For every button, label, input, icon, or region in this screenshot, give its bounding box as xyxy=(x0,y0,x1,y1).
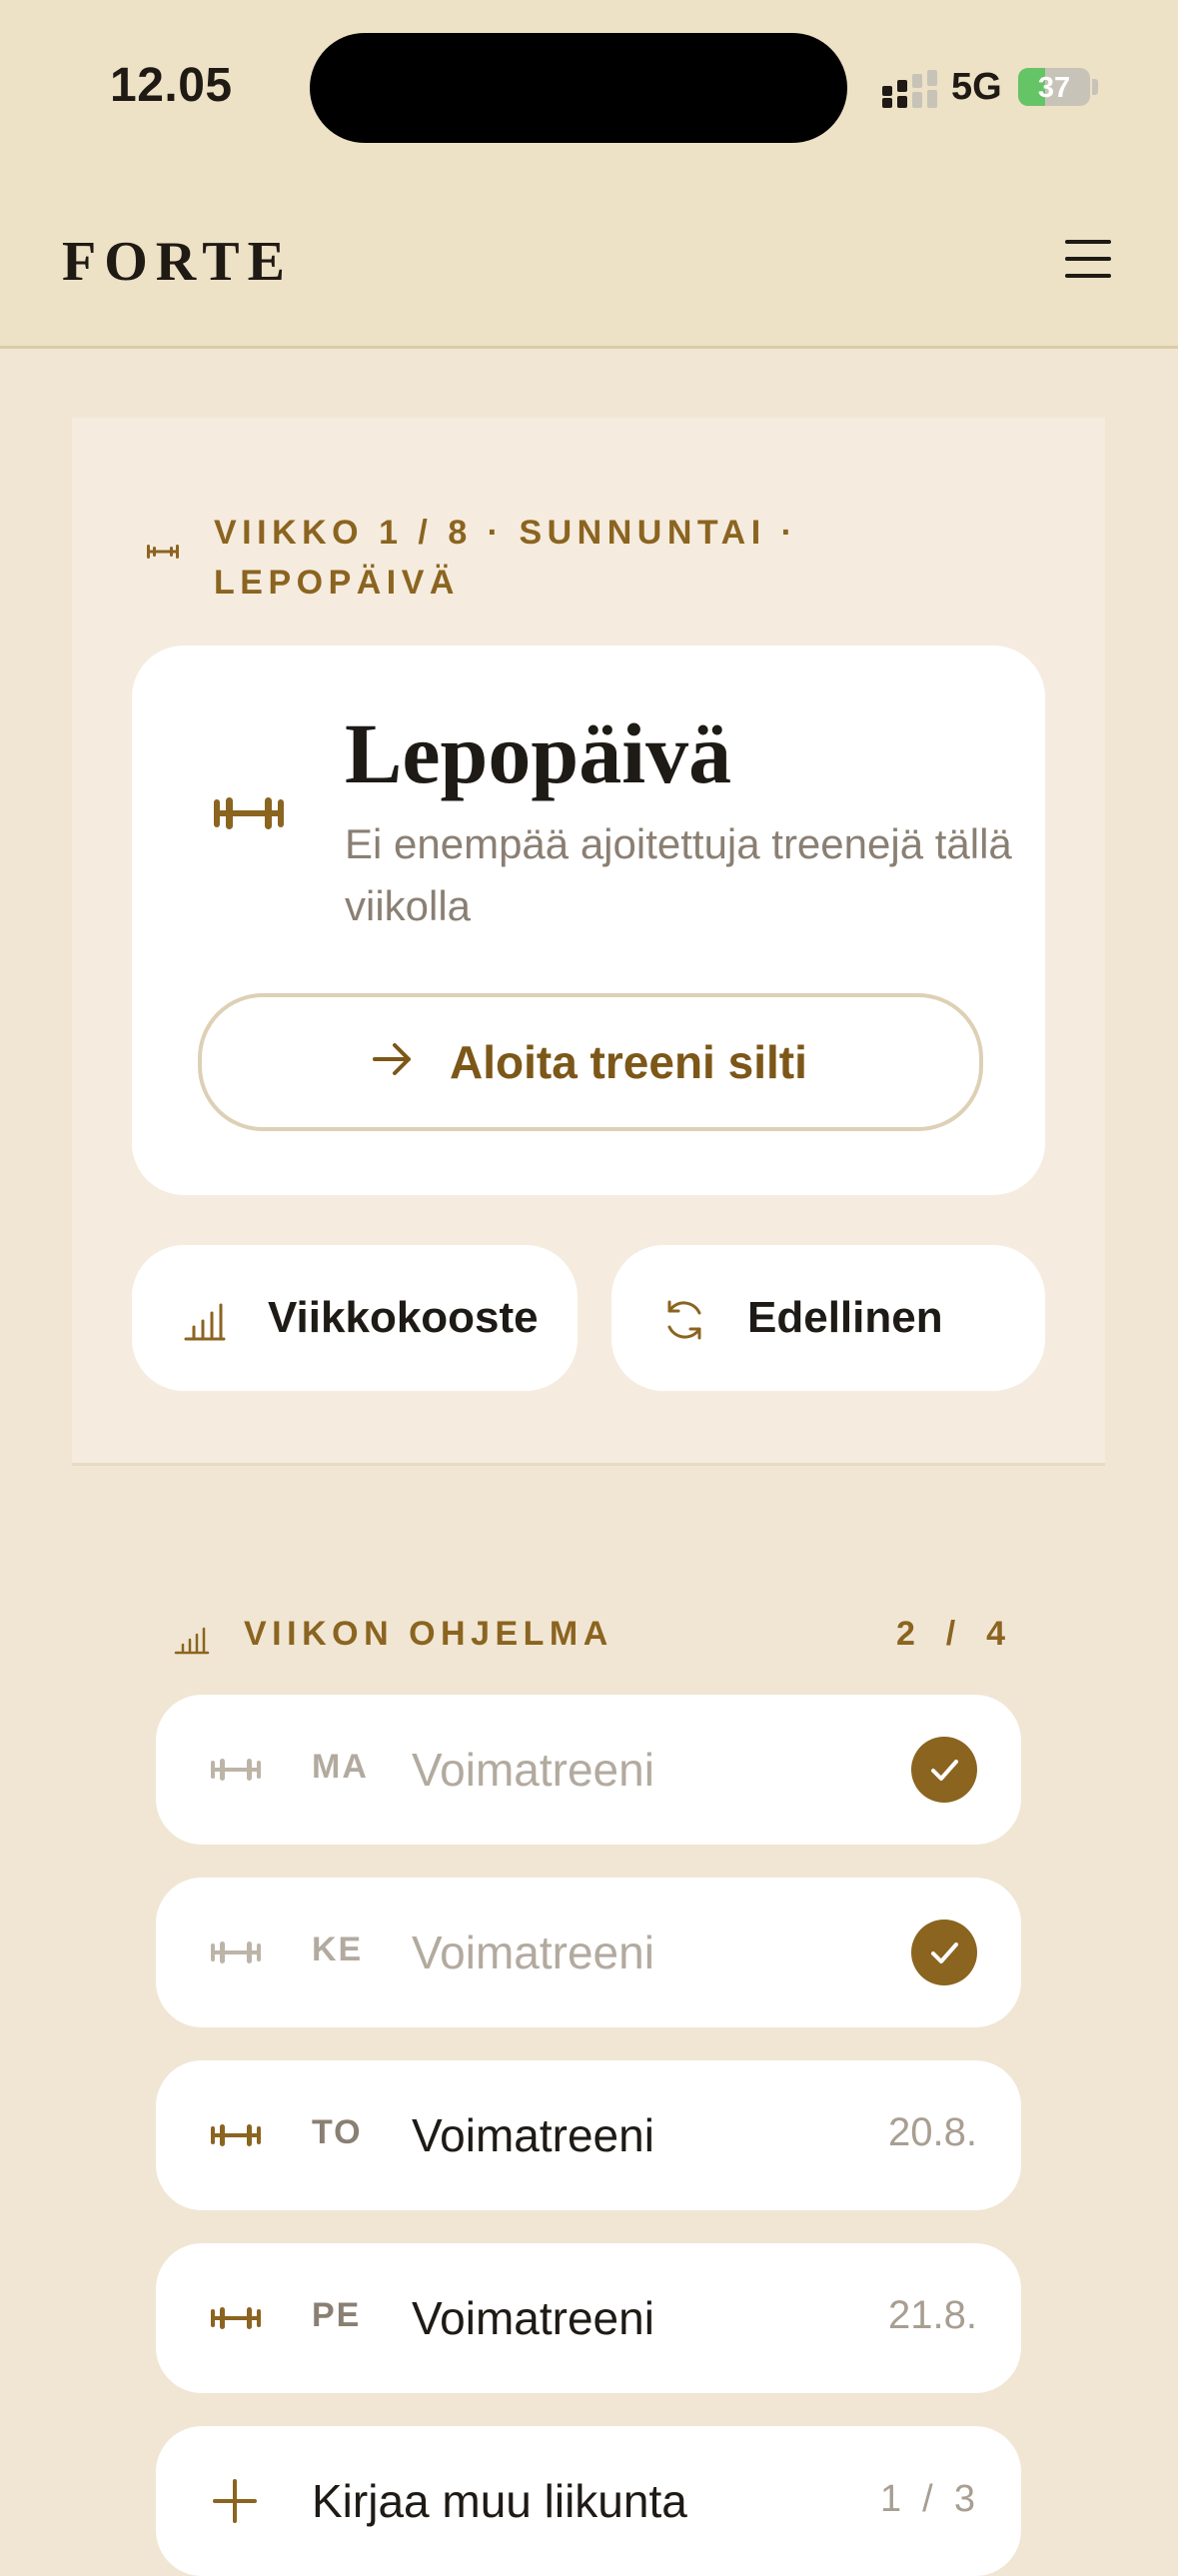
program-item-ma[interactable]: MA Voimatreeni xyxy=(156,1695,1021,1845)
program-item-date: 20.8. xyxy=(888,2110,977,2154)
bar-chart-icon xyxy=(184,1303,226,1341)
brand-logo: FORTE xyxy=(62,231,293,293)
program-item-name: Voimatreeni xyxy=(412,2292,654,2344)
weekly-program-title: VIIKON OHJELMA xyxy=(244,1615,613,1653)
log-other-activity-label: Kirjaa muu liikunta xyxy=(312,2475,687,2527)
cellular-signal-icon xyxy=(882,70,937,108)
program-item-day: KE xyxy=(312,1931,364,1968)
program-item-to[interactable]: TO Voimatreeni 20.8. xyxy=(156,2060,1021,2210)
rest-day-title: Lepopäivä xyxy=(345,705,732,801)
log-other-activity-count: 1 / 3 xyxy=(879,2478,975,2520)
checkmark-icon xyxy=(911,1920,977,1985)
dynamic-island xyxy=(310,33,847,143)
weekly-summary-button[interactable]: Viikkokooste xyxy=(132,1245,578,1391)
checkmark-icon xyxy=(911,1737,977,1803)
refresh-icon xyxy=(667,1300,701,1340)
dumbbell-icon xyxy=(211,1941,261,1963)
weekly-program-count: 2 / 4 xyxy=(895,1615,1009,1653)
start-workout-anyway-button[interactable]: Aloita treeni silti xyxy=(198,993,983,1131)
battery-icon: 37 xyxy=(1018,68,1090,106)
rest-day-subtitle: Ei enempää ajoitettuja treenejä tällä vi… xyxy=(345,820,1012,929)
dumbbell-icon xyxy=(147,545,179,559)
program-item-name: Voimatreeni xyxy=(412,1744,654,1796)
dumbbell-icon xyxy=(214,797,284,829)
program-item-date: 21.8. xyxy=(888,2293,977,2337)
program-item-name: Voimatreeni xyxy=(412,1927,654,1978)
status-bar: 12.05 5G 37 xyxy=(0,0,1178,176)
program-item-name: Voimatreeni xyxy=(412,2109,654,2161)
arrow-right-icon xyxy=(373,1043,411,1075)
program-item-day: MA xyxy=(312,1748,369,1786)
weekly-summary-label: Viikkokooste xyxy=(268,1293,539,1342)
network-type: 5G xyxy=(951,66,1002,108)
start-workout-label: Aloita treeni silti xyxy=(450,1036,807,1088)
today-panel: VIIKKO 1 / 8 · SUNNUNTAI · LEPOPÄIVÄ Lep… xyxy=(72,418,1105,1466)
status-time: 12.05 xyxy=(110,59,233,112)
previous-workout-label: Edellinen xyxy=(747,1293,943,1342)
menu-button[interactable] xyxy=(1057,232,1119,286)
program-item-day: TO xyxy=(312,2113,363,2151)
battery-percent: 37 xyxy=(1037,72,1071,104)
app-header: 12.05 5G 37 FORTE xyxy=(0,0,1178,349)
bar-chart-icon xyxy=(174,1627,210,1655)
dumbbell-icon xyxy=(211,1759,261,1781)
program-item-ke[interactable]: KE Voimatreeni xyxy=(156,1878,1021,2027)
program-item-day: PE xyxy=(312,2296,362,2334)
program-item-pe[interactable]: PE Voimatreeni 21.8. xyxy=(156,2243,1021,2393)
hamburger-line xyxy=(1065,257,1111,261)
dumbbell-icon xyxy=(211,2307,261,2329)
week-day-kicker: VIIKKO 1 / 8 · SUNNUNTAI · LEPOPÄIVÄ xyxy=(214,514,798,602)
battery-nub xyxy=(1092,79,1098,95)
plus-icon xyxy=(213,2479,257,2523)
hamburger-menu-icon xyxy=(1065,240,1111,244)
previous-workout-button[interactable]: Edellinen xyxy=(611,1245,1045,1391)
hamburger-line xyxy=(1065,274,1111,278)
rest-day-card: Lepopäivä Ei enempää ajoitettuja treenej… xyxy=(132,645,1045,1195)
dumbbell-icon xyxy=(211,2124,261,2146)
